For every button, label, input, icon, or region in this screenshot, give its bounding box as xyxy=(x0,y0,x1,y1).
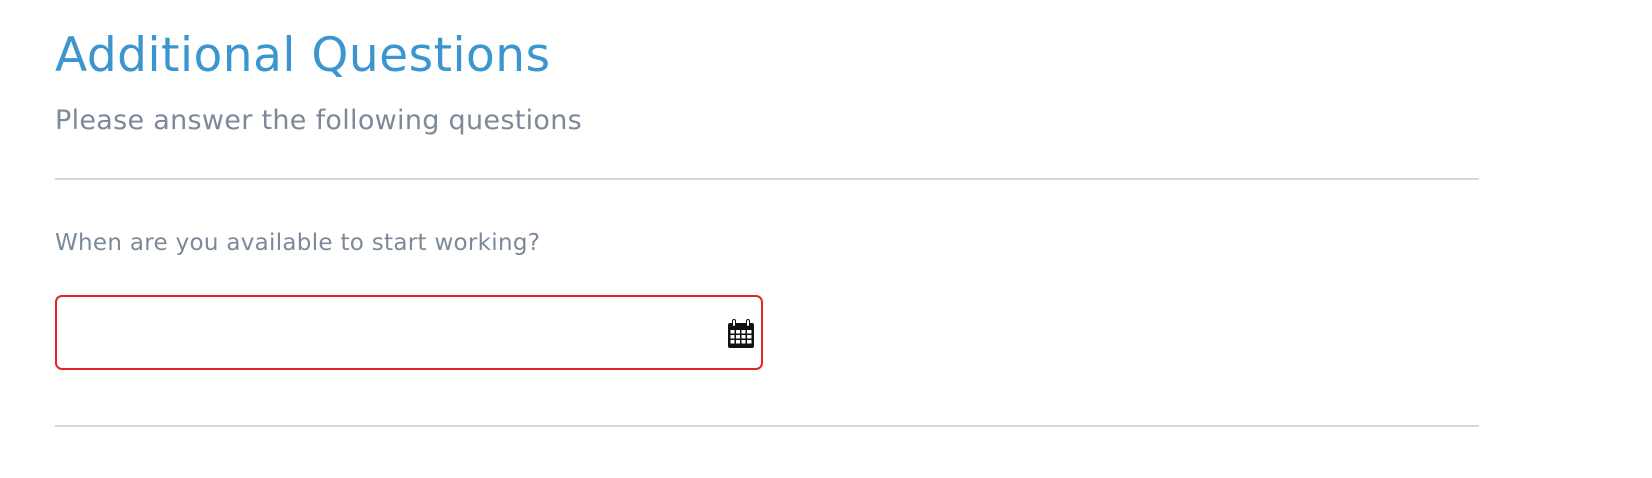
section-subtitle: Please answer the following questions xyxy=(55,105,582,136)
start-date-input[interactable] xyxy=(69,297,709,368)
start-date-field[interactable] xyxy=(55,295,763,370)
section-title: Additional Questions xyxy=(55,28,551,83)
calendar-icon[interactable] xyxy=(725,318,757,350)
question-label-start-date: When are you available to start working? xyxy=(55,230,541,256)
section-divider-top xyxy=(55,178,1479,180)
additional-questions-section: Additional Questions Please answer the f… xyxy=(0,0,1652,478)
section-divider-bottom xyxy=(55,425,1479,427)
